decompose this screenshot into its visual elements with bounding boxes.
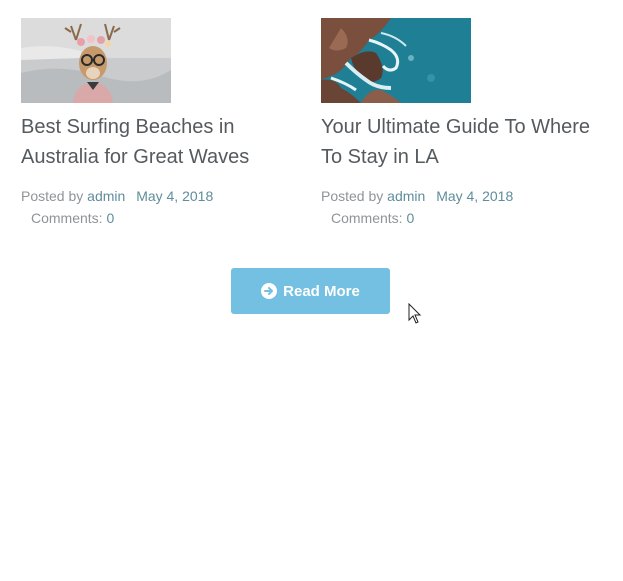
post-title[interactable]: Best Surfing Beaches in Australia for Gr… (21, 112, 291, 172)
comments[interactable]: Comments: 0 (321, 207, 601, 229)
post-meta: Posted by admin May 4, 2018 Comments: 0 (321, 185, 601, 229)
post-card: Your Ultimate Guide To Where To Stay in … (321, 18, 601, 229)
page: Best Surfing Beaches in Australia for Gr… (0, 0, 623, 581)
mouse-cursor-icon (408, 303, 422, 324)
post-title[interactable]: Your Ultimate Guide To Where To Stay in … (321, 112, 591, 172)
author-link[interactable]: admin (87, 188, 125, 204)
post-date[interactable]: May 4, 2018 (136, 188, 213, 204)
post-title-link[interactable]: Your Ultimate Guide To Where To Stay in … (321, 116, 590, 168)
coastline-aerial-image (321, 18, 471, 103)
post-thumbnail[interactable] (21, 18, 171, 103)
deer-illustration-image (21, 18, 171, 103)
comments[interactable]: Comments: 0 (21, 207, 301, 229)
post-card: Best Surfing Beaches in Australia for Gr… (21, 18, 301, 229)
post-thumbnail[interactable] (321, 18, 471, 103)
comments-label: Comments: (331, 210, 403, 226)
post-meta: Posted by admin May 4, 2018 Comments: 0 (21, 185, 301, 229)
read-more-label: Read More (283, 282, 360, 300)
comments-count: 0 (106, 210, 115, 226)
comments-count: 0 (406, 210, 415, 226)
comments-label: Comments: (31, 210, 103, 226)
posted-by-label: Posted by (321, 188, 384, 204)
post-date[interactable]: May 4, 2018 (436, 188, 513, 204)
arrow-circle-right-icon (261, 283, 278, 299)
author-link[interactable]: admin (387, 188, 425, 204)
posted-by-label: Posted by (21, 188, 84, 204)
post-title-link[interactable]: Best Surfing Beaches in Australia for Gr… (21, 116, 249, 168)
read-more-button[interactable]: Read More (231, 268, 390, 314)
